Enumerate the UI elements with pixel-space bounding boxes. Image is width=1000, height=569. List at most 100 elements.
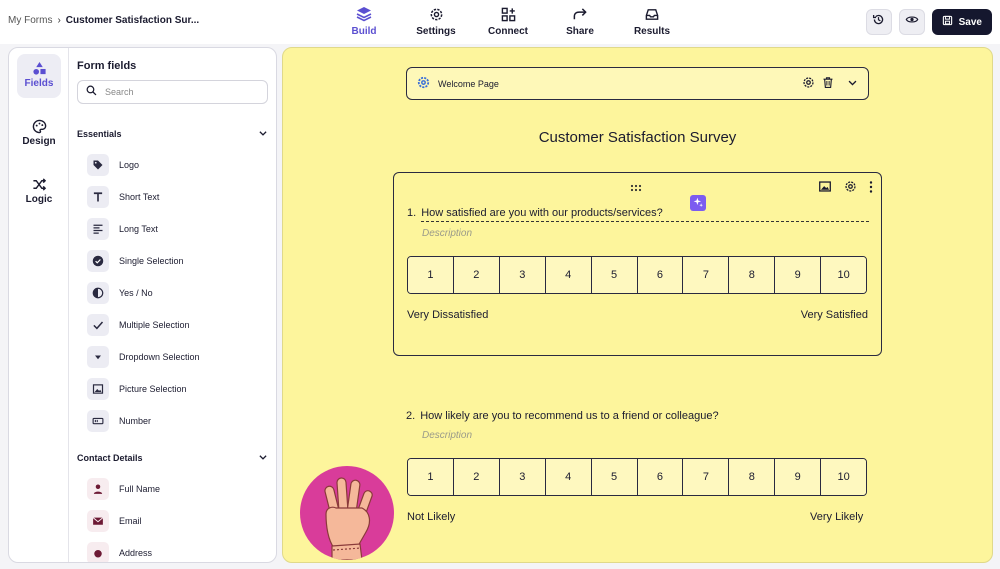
scale-option[interactable]: 4 — [545, 257, 592, 293]
field-item-picture-selection[interactable]: Picture Selection — [87, 378, 187, 400]
form-fields-title: Form fields — [77, 60, 137, 72]
essentials-section-title: Essentials — [77, 129, 122, 139]
gear-icon[interactable] — [844, 180, 857, 198]
field-item-label: Full Name — [119, 484, 161, 494]
breadcrumb-separator: › — [57, 15, 61, 26]
search-icon — [86, 83, 97, 101]
field-item-label: Short Text — [119, 192, 160, 202]
tab-share-label: Share — [566, 26, 594, 37]
scale-option[interactable]: 1 — [408, 257, 454, 293]
tab-settings[interactable]: Settings — [400, 4, 472, 37]
trash-icon[interactable] — [822, 76, 834, 91]
contact-section-header[interactable]: Contact Details — [77, 452, 268, 464]
more-vertical-icon[interactable] — [869, 180, 873, 198]
scale-option[interactable]: 1 — [408, 459, 454, 495]
tab-connect[interactable]: Connect — [472, 4, 544, 37]
scale-option[interactable]: 4 — [545, 459, 592, 495]
scale-option[interactable]: 10 — [821, 459, 866, 495]
field-item-logo[interactable]: Logo — [87, 154, 139, 176]
tab-settings-label: Settings — [416, 26, 456, 37]
scale-option[interactable]: 6 — [637, 459, 684, 495]
shapes-icon — [17, 60, 61, 76]
field-item-short-text[interactable]: Short Text — [87, 186, 159, 208]
save-button[interactable]: Save — [931, 9, 992, 35]
scale-option[interactable]: 9 — [775, 459, 822, 495]
preview-button[interactable] — [898, 9, 925, 35]
scale-min-label[interactable]: Very Dissatisfied — [407, 309, 488, 321]
tab-results[interactable]: Results — [616, 4, 688, 37]
field-item-address[interactable]: Address — [87, 542, 152, 562]
scale-option[interactable]: 7 — [683, 459, 730, 495]
question-2-text[interactable]: 2. How likely are you to recommend us to … — [406, 410, 719, 422]
question-1-description[interactable]: Description — [422, 228, 472, 239]
rating-scale-2: 1 2 3 4 5 6 7 8 9 10 — [407, 458, 867, 496]
gear-icon[interactable] — [802, 76, 815, 91]
scale-option[interactable]: 5 — [591, 459, 638, 495]
welcome-page-bar[interactable]: Welcome Page — [406, 67, 869, 100]
rail-item-logic[interactable]: Logic — [17, 170, 61, 214]
scale-option[interactable]: 8 — [729, 459, 776, 495]
main-nav-tabs: Build Settings Connect Share Results — [328, 4, 688, 37]
scale-max-label[interactable]: Very Satisfied — [801, 309, 868, 321]
contact-section-title: Contact Details — [77, 453, 143, 463]
field-item-label: Dropdown Selection — [119, 352, 200, 362]
breadcrumb: My Forms › Customer Satisfaction Sur... — [8, 15, 199, 26]
gear-icon — [400, 4, 472, 24]
scale-max-label[interactable]: Very Likely — [810, 511, 863, 523]
image-icon[interactable] — [818, 180, 832, 198]
field-item-email[interactable]: Email — [87, 510, 142, 532]
history-button[interactable] — [865, 9, 892, 35]
scale-option[interactable]: 7 — [683, 257, 730, 293]
scale-min-label[interactable]: Not Likely — [407, 511, 455, 523]
scale-option[interactable]: 5 — [591, 257, 638, 293]
header-actions: Save — [865, 9, 992, 35]
rail-item-design-label: Design — [22, 136, 56, 147]
chevron-down-icon — [258, 452, 268, 464]
scale-option[interactable]: 8 — [729, 257, 776, 293]
rating-scale-1: 1 2 3 4 5 6 7 8 9 10 — [407, 256, 867, 294]
text-t-icon — [87, 186, 109, 208]
dropdown-icon — [87, 346, 109, 368]
field-item-multiple-selection[interactable]: Multiple Selection — [87, 314, 190, 336]
scale-option[interactable]: 2 — [453, 257, 500, 293]
number-icon — [87, 410, 109, 432]
scale-option[interactable]: 10 — [821, 257, 866, 293]
question-1-text[interactable]: 1. How satisfied are you with our product… — [407, 207, 663, 219]
field-item-full-name[interactable]: Full Name — [87, 478, 160, 500]
question-card[interactable]: 1. How satisfied are you with our product… — [393, 172, 882, 356]
field-item-number[interactable]: Number — [87, 410, 151, 432]
tab-build[interactable]: Build — [328, 4, 400, 37]
rail-item-fields[interactable]: Fields — [17, 54, 61, 98]
question-label: How satisfied are you with our products/… — [421, 207, 663, 219]
side-rail: Fields Design Logic — [9, 48, 69, 562]
question-2-description[interactable]: Description — [422, 430, 472, 441]
scale-option[interactable]: 6 — [637, 257, 684, 293]
field-item-long-text[interactable]: Long Text — [87, 218, 158, 240]
tab-share[interactable]: Share — [544, 4, 616, 37]
field-item-label: Multiple Selection — [119, 320, 190, 330]
survey-title[interactable]: Customer Satisfaction Survey — [283, 129, 992, 146]
scale-option[interactable]: 3 — [499, 257, 546, 293]
sparkle-icon — [693, 197, 703, 210]
chevron-down-icon — [258, 128, 268, 140]
breadcrumb-root-link[interactable]: My Forms — [8, 15, 52, 26]
rail-item-design[interactable]: Design — [17, 112, 61, 156]
drag-handle-icon[interactable] — [630, 179, 642, 197]
check-circle-icon — [87, 250, 109, 272]
ai-sparkle-button[interactable] — [690, 195, 706, 211]
essentials-section-header[interactable]: Essentials — [77, 128, 268, 140]
top-bar: My Forms › Customer Satisfaction Sur... Bu… — [0, 0, 1000, 44]
field-search-input[interactable] — [105, 87, 245, 97]
field-item-label: Number — [119, 416, 152, 426]
shuffle-icon — [17, 176, 61, 192]
welcome-page-label: Welcome Page — [438, 78, 499, 89]
scale-option[interactable]: 2 — [453, 459, 500, 495]
scale-option[interactable]: 9 — [775, 257, 822, 293]
chevron-down-icon[interactable] — [847, 77, 858, 90]
field-item-label: Yes / No — [119, 288, 153, 298]
field-item-dropdown-selection[interactable]: Dropdown Selection — [87, 346, 200, 368]
field-item-yes-no[interactable]: Yes / No — [87, 282, 153, 304]
scale-option[interactable]: 3 — [499, 459, 546, 495]
field-item-single-selection[interactable]: Single Selection — [87, 250, 184, 272]
field-item-label: Single Selection — [119, 256, 184, 266]
